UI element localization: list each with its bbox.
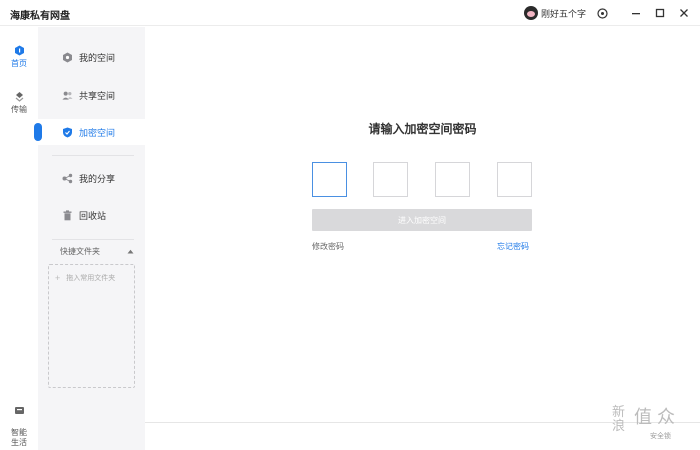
user-profile[interactable]: 刚好五个字 (524, 5, 586, 21)
forgot-password-link[interactable]: 忘记密码 (497, 241, 529, 252)
quick-folder-dropzone[interactable]: + 拖入常用文件夹 (48, 264, 135, 388)
enter-encrypted-space-button[interactable]: 进入加密空间 (312, 209, 532, 231)
avatar[interactable] (524, 6, 538, 20)
username[interactable]: 刚好五个字 (541, 7, 586, 20)
users-icon (62, 90, 73, 101)
sidebar-item-my-share[interactable]: 我的分享 (38, 165, 145, 191)
sidebar-item-label: 回收站 (79, 210, 107, 221)
divider (52, 155, 134, 156)
home-icon (14, 45, 24, 56)
sidebar-item-label: 我的空间 (79, 52, 116, 63)
active-indicator (34, 123, 42, 141)
transfer-icon (15, 92, 23, 102)
rail-item-smart-life[interactable]: 智能 生活 (0, 395, 38, 448)
main-content: 请输入加密空间密码 进入加密空间 修改密码 忘记密码 (145, 27, 700, 450)
rail-item-label: 首页 (11, 59, 27, 68)
title-bar: 海康私有网盘 刚好五个字 (0, 0, 700, 26)
settings-icon[interactable] (594, 5, 610, 21)
watermark-text: 值 众 (634, 407, 676, 427)
change-password-link[interactable]: 修改密码 (312, 241, 344, 252)
smart-life-icon (14, 407, 24, 414)
sidebar-item-recycle-bin[interactable]: 回收站 (38, 202, 145, 228)
sidebar-item-shared-space[interactable]: 共享空间 (38, 82, 145, 108)
sidebar-item-encrypted-space[interactable]: 加密空间 (34, 119, 145, 145)
pin-input-2[interactable] (373, 162, 408, 197)
close-button[interactable] (676, 5, 692, 21)
quick-folder-hint: + 拖入常用文件夹 (55, 273, 115, 283)
space-icon (62, 52, 73, 63)
watermark-side-text: 新浪 (612, 404, 626, 433)
pin-input-3[interactable] (435, 162, 470, 197)
pin-input-4[interactable] (497, 162, 532, 197)
collapse-up-icon[interactable] (127, 249, 134, 254)
trash-icon (62, 209, 73, 221)
share-icon (62, 173, 73, 184)
sidebar-item-my-space[interactable]: 我的空间 (38, 44, 145, 70)
rail-item-label: 传输 (11, 105, 27, 114)
plus-icon: + (55, 273, 61, 283)
quick-folder-hint-text: 拖入常用文件夹 (66, 275, 116, 282)
page-title: 请输入加密空间密码 (368, 122, 477, 136)
sidebar-item-label: 我的分享 (79, 173, 116, 184)
left-rail: 首页 传输 智能 生活 (0, 27, 38, 450)
app-title: 海康私有网盘 (10, 11, 70, 22)
minimize-button[interactable] (628, 5, 644, 21)
sidebar-panel: 我的空间 共享空间 加密空间 我的分享 回收站 快捷文件夹 + 拖入常用文件夹 (34, 27, 145, 450)
quick-folder-header[interactable]: 快捷文件夹 (60, 246, 134, 257)
pin-input-1[interactable] (312, 162, 347, 197)
rail-item-transfer[interactable]: 传输 (0, 91, 38, 115)
shield-icon (62, 127, 73, 138)
sidebar-item-label: 共享空间 (79, 90, 116, 101)
quick-folder-title: 快捷文件夹 (60, 247, 100, 256)
rail-item-label: 智能 生活 (11, 428, 27, 447)
divider (52, 239, 134, 240)
watermark-subtext: 安全锁 (650, 433, 671, 440)
maximize-button[interactable] (652, 5, 668, 21)
sidebar-item-label: 加密空间 (79, 127, 116, 138)
rail-item-home[interactable]: 首页 (0, 45, 38, 69)
